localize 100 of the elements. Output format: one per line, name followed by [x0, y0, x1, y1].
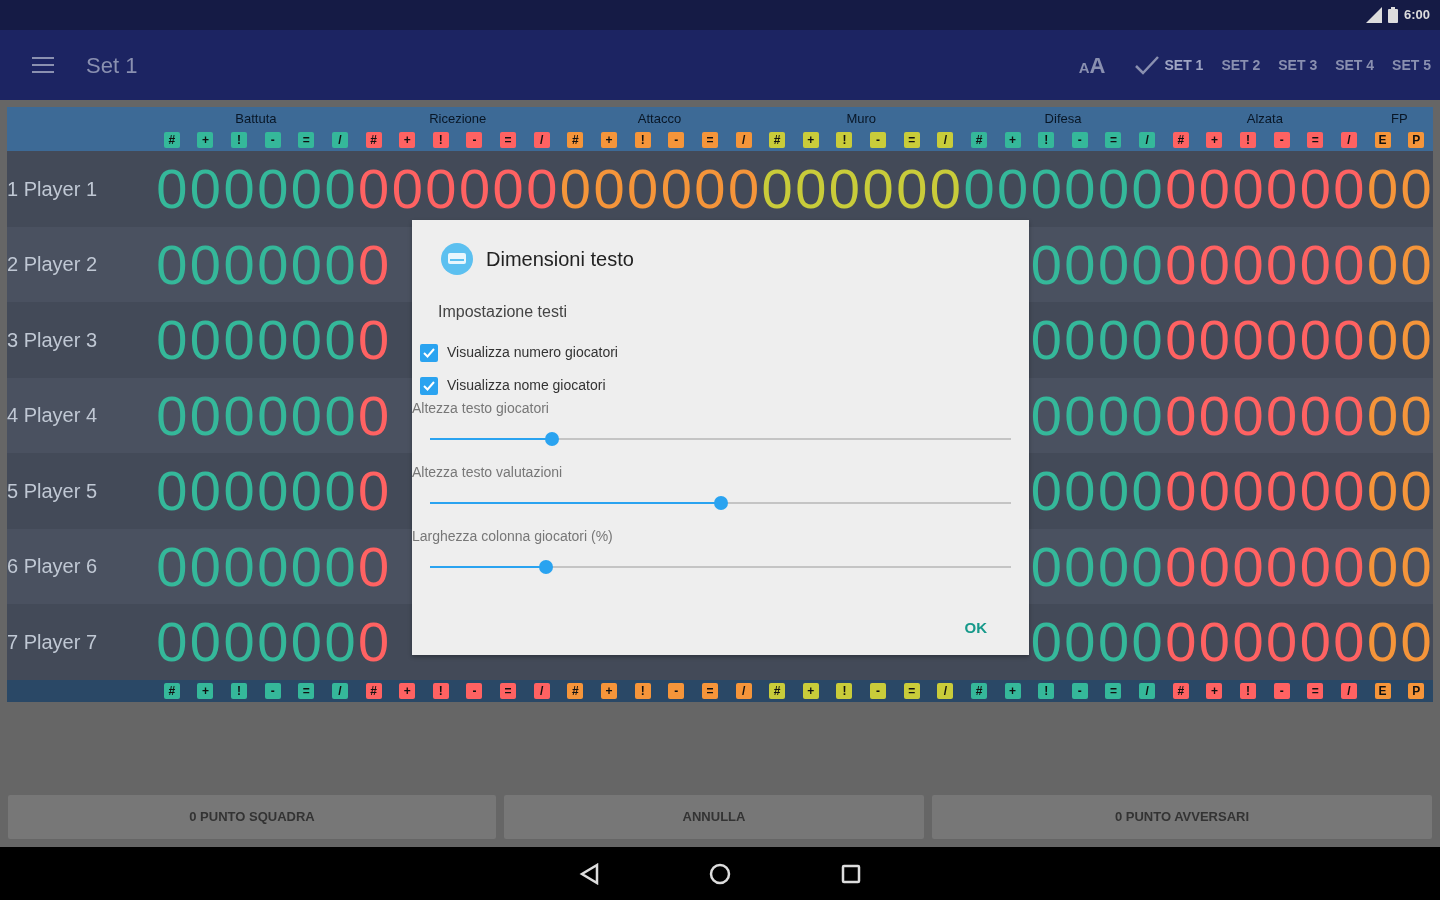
score-cell[interactable]: 0: [1096, 377, 1131, 453]
score-cell[interactable]: 0: [356, 151, 391, 227]
set-tab[interactable]: SET 5: [1383, 54, 1440, 76]
symbol-badge[interactable]: -: [668, 132, 685, 148]
score-cell[interactable]: 0: [1197, 453, 1232, 529]
score-cell[interactable]: 0: [323, 453, 357, 529]
score-cell[interactable]: 0: [1163, 453, 1198, 529]
score-cell[interactable]: 0: [1298, 151, 1333, 227]
score-cell[interactable]: 0: [155, 528, 189, 604]
symbol-badge[interactable]: /: [1139, 132, 1156, 148]
symbol-badge[interactable]: -: [870, 132, 887, 148]
score-cell[interactable]: 0: [1399, 226, 1433, 302]
symbol-badge[interactable]: #: [769, 132, 786, 148]
slider-thumb[interactable]: [539, 560, 554, 574]
score-cell[interactable]: 0: [255, 151, 290, 227]
score-cell[interactable]: 0: [1332, 302, 1366, 378]
score-cell[interactable]: 0: [356, 604, 391, 680]
score-cell[interactable]: 0: [1365, 604, 1400, 680]
menu-icon[interactable]: [32, 57, 54, 73]
score-cell[interactable]: 0: [1332, 453, 1366, 529]
score-cell[interactable]: 0: [1264, 151, 1299, 227]
score-cell[interactable]: 0: [1399, 151, 1433, 227]
back-icon[interactable]: [579, 862, 599, 885]
score-cell[interactable]: 0: [1332, 151, 1366, 227]
score-cell[interactable]: 0: [356, 453, 391, 529]
score-cell[interactable]: 0: [1264, 302, 1299, 378]
score-cell[interactable]: 0: [1029, 604, 1064, 680]
symbol-badge[interactable]: +: [197, 132, 214, 148]
symbol-badge[interactable]: #: [567, 132, 584, 148]
score-cell[interactable]: 0: [1197, 151, 1232, 227]
score-cell[interactable]: 0: [1264, 453, 1299, 529]
symbol-badge[interactable]: !: [231, 132, 248, 148]
recents-icon[interactable]: [841, 863, 861, 884]
symbol-badge[interactable]: !: [1240, 132, 1256, 148]
symbol-badge[interactable]: !: [1038, 132, 1055, 148]
score-cell[interactable]: 0: [1264, 528, 1299, 604]
score-cell[interactable]: 0: [289, 151, 324, 227]
set-tab[interactable]: SET 3: [1269, 54, 1327, 76]
slider-track[interactable]: [430, 496, 1011, 510]
symbol-badge[interactable]: +: [601, 132, 617, 148]
score-cell[interactable]: 0: [1096, 302, 1131, 378]
score-cell[interactable]: 0: [1063, 302, 1097, 378]
score-cell[interactable]: 0: [188, 377, 223, 453]
score-cell[interactable]: 0: [1332, 528, 1366, 604]
score-cell[interactable]: 0: [1264, 226, 1299, 302]
score-cell[interactable]: 0: [255, 604, 290, 680]
score-cell[interactable]: 0: [1298, 377, 1333, 453]
score-cell[interactable]: 0: [1063, 151, 1097, 227]
score-cell[interactable]: 0: [356, 302, 391, 378]
score-cell[interactable]: 0: [1197, 377, 1232, 453]
score-cell[interactable]: 0: [1197, 604, 1232, 680]
score-cell[interactable]: 0: [1029, 528, 1064, 604]
score-cell[interactable]: 0: [255, 528, 290, 604]
score-cell[interactable]: 0: [1130, 377, 1164, 453]
score-cell[interactable]: 0: [1298, 604, 1333, 680]
score-cell[interactable]: 0: [1365, 453, 1400, 529]
score-cell[interactable]: 0: [1163, 604, 1198, 680]
score-cell[interactable]: 0: [1365, 302, 1400, 378]
score-cell[interactable]: 0: [1231, 226, 1265, 302]
score-cell[interactable]: 0: [1231, 604, 1265, 680]
score-cell[interactable]: 0: [155, 453, 189, 529]
score-cell[interactable]: 0: [289, 302, 324, 378]
score-cell[interactable]: 0: [1197, 226, 1232, 302]
score-cell[interactable]: 0: [155, 302, 189, 378]
score-cell[interactable]: 0: [188, 604, 223, 680]
score-cell[interactable]: 0: [1231, 302, 1265, 378]
score-cell[interactable]: 0: [1298, 226, 1333, 302]
score-cell[interactable]: 0: [390, 151, 425, 227]
score-cell[interactable]: 0: [1096, 151, 1131, 227]
score-cell[interactable]: 0: [188, 453, 223, 529]
score-cell[interactable]: 0: [356, 528, 391, 604]
symbol-badge[interactable]: !: [836, 132, 853, 148]
score-cell[interactable]: 0: [323, 151, 357, 227]
symbol-badge[interactable]: =: [298, 132, 315, 148]
score-cell[interactable]: 0: [1096, 528, 1131, 604]
score-cell[interactable]: 0: [289, 453, 324, 529]
score-cell[interactable]: 0: [1063, 226, 1097, 302]
score-cell[interactable]: 0: [323, 226, 357, 302]
set-tab[interactable]: SET 2: [1212, 54, 1270, 76]
slider-track[interactable]: [430, 560, 1011, 574]
score-cell[interactable]: 0: [222, 377, 256, 453]
checkbox[interactable]: [420, 343, 438, 362]
score-cell[interactable]: 0: [188, 302, 223, 378]
action-button[interactable]: 0 PUNTO SQUADRA: [8, 795, 496, 839]
score-cell[interactable]: 0: [1365, 151, 1400, 227]
score-cell[interactable]: 0: [1365, 377, 1400, 453]
score-cell[interactable]: 0: [1365, 226, 1400, 302]
score-cell[interactable]: 0: [188, 226, 223, 302]
score-cell[interactable]: 0: [1264, 377, 1299, 453]
score-cell[interactable]: 0: [323, 604, 357, 680]
score-cell[interactable]: 0: [1063, 604, 1097, 680]
home-icon[interactable]: [709, 862, 731, 885]
score-cell[interactable]: 0: [1264, 604, 1299, 680]
score-cell[interactable]: 0: [155, 226, 189, 302]
score-cell[interactable]: 0: [1029, 302, 1064, 378]
score-cell[interactable]: 0: [1231, 377, 1265, 453]
score-cell[interactable]: 0: [1231, 151, 1265, 227]
score-cell[interactable]: 0: [255, 226, 290, 302]
score-cell[interactable]: 0: [1298, 302, 1333, 378]
score-cell[interactable]: 0: [1365, 528, 1400, 604]
